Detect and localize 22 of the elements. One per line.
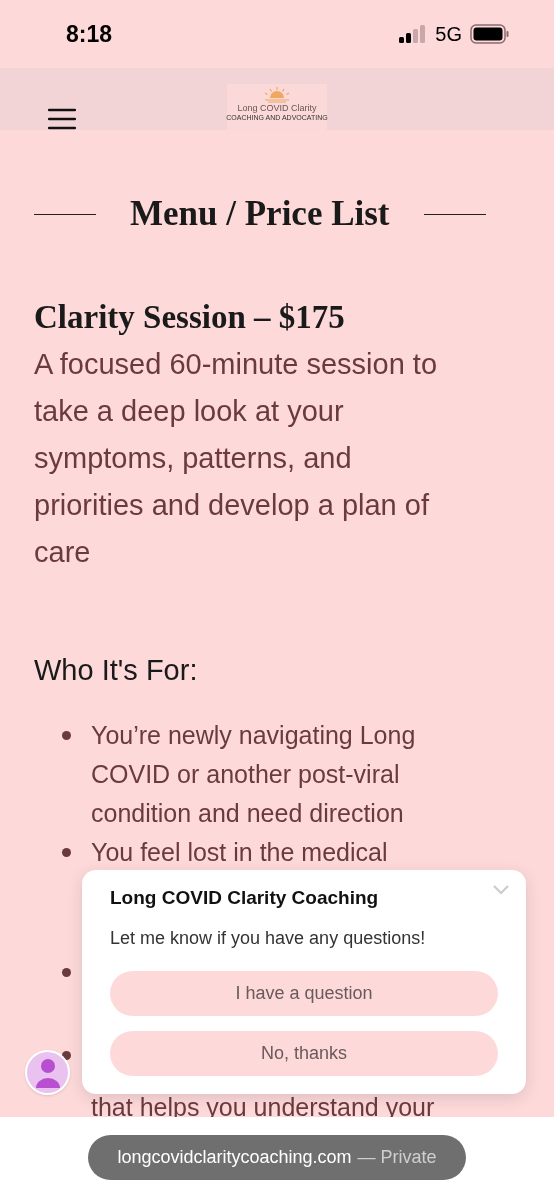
list-item-text: You’re newly navigating Long COVID or another post-viral condition and need direction	[91, 719, 417, 829]
private-label: — Private	[357, 1146, 437, 1169]
service-description: A focused 60-minute session to take a deep look at your symptoms, patterns, and priorities and develop a plan of care	[34, 346, 438, 570]
battery-icon	[470, 24, 510, 44]
logo-title: Long COVID Clarity	[237, 103, 317, 114]
status-time: 8:18	[66, 19, 113, 49]
url-text: longcovidclaritycoaching.com	[117, 1146, 352, 1169]
section-heading: Who It's For:	[34, 652, 199, 688]
address-bar[interactable]: longcovidclaritycoaching.com — Private	[88, 1135, 466, 1180]
chat-title: Long COVID Clarity Coaching	[110, 886, 379, 910]
chat-option-button[interactable]: No, thanks	[110, 1030, 498, 1076]
chat-avatar[interactable]	[25, 1050, 70, 1095]
page-title: Menu / Price List	[130, 193, 390, 235]
network-label: 5G	[435, 22, 462, 47]
signal-icon	[399, 25, 428, 43]
list-item-text: You feel lost in the medical	[91, 836, 389, 868]
sun-icon	[262, 87, 292, 103]
menu-icon[interactable]	[48, 108, 76, 130]
service-title: Clarity Session – $175	[34, 297, 346, 337]
chat-message: Let me know if you have any questions!	[110, 926, 427, 950]
person-icon	[34, 1057, 61, 1088]
chat-option-button[interactable]: I have a question	[110, 970, 498, 1016]
